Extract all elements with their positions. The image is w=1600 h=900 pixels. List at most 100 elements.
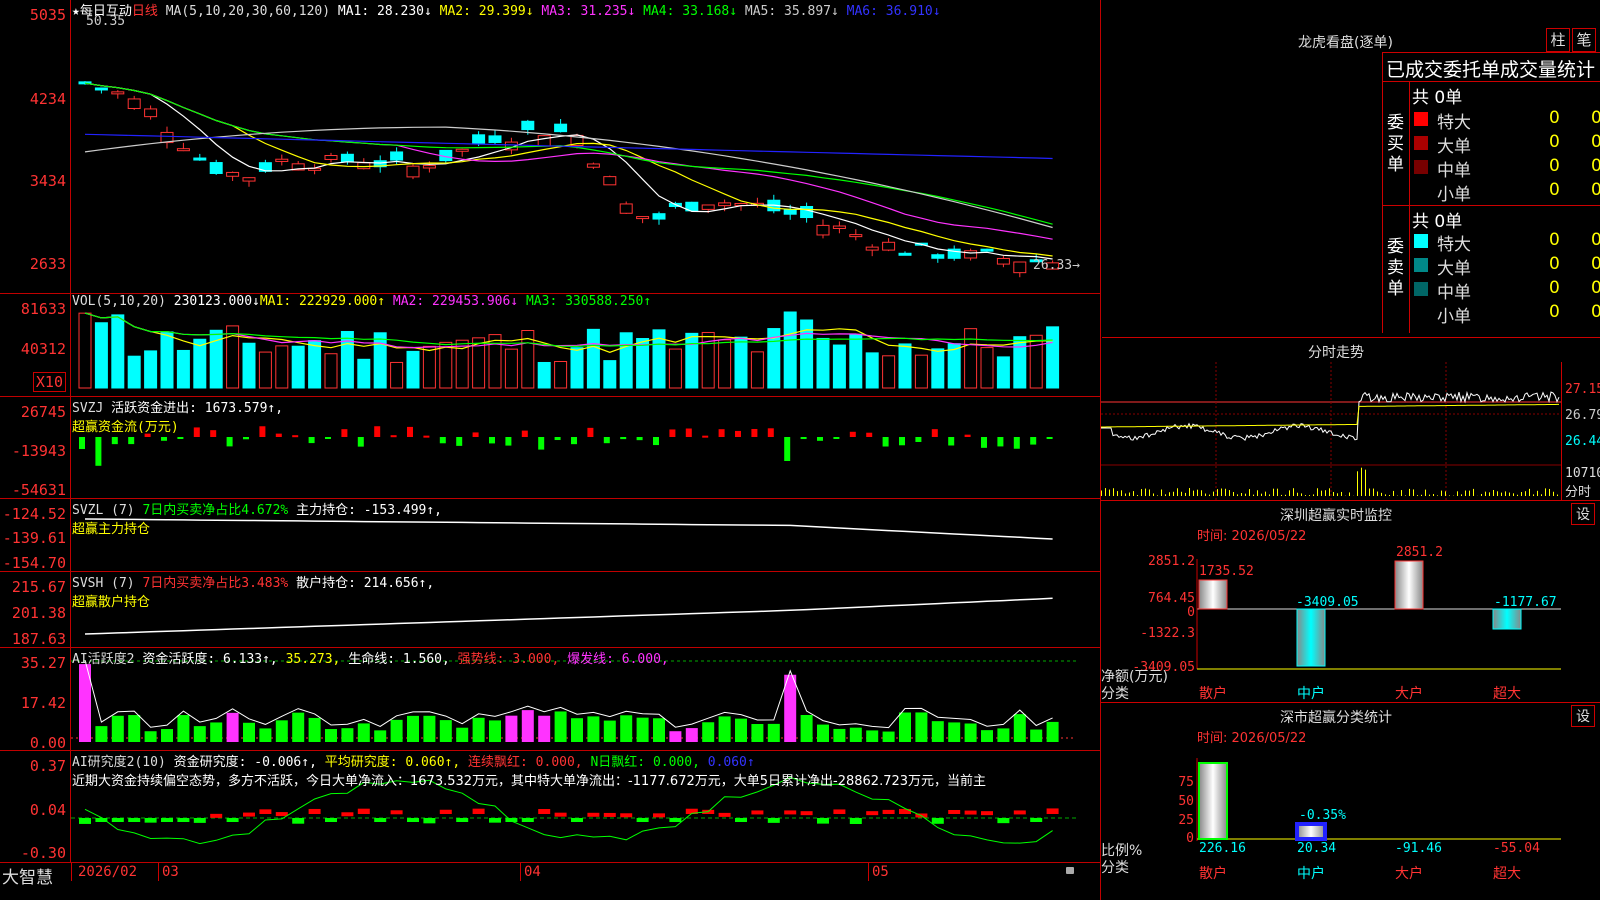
- svsh-pane[interactable]: 215.67 201.38 187.63 SVSH (7) 7日内买卖净占比3.…: [0, 572, 1100, 648]
- volume-bar: [685, 332, 699, 389]
- flow-bar: [161, 437, 167, 441]
- activity-bar: [1013, 714, 1026, 742]
- row-pct: 0%: [1591, 156, 1600, 176]
- ratio-bar: [1295, 822, 1327, 841]
- intraday-volume-bar: [1197, 489, 1198, 496]
- flow-bar: [702, 435, 709, 438]
- sell-row-small: 小单 0 0%: [1409, 301, 1600, 327]
- mid-pct-label: -0.35%: [1299, 808, 1346, 823]
- bar-view-button[interactable]: 柱: [1546, 28, 1570, 52]
- activity-bar: [833, 728, 846, 742]
- y-tick: 81633: [20, 300, 66, 318]
- value-large: -91.46: [1395, 841, 1442, 856]
- flow-bar: [636, 437, 643, 441]
- intraday-panel[interactable]: 分时走势 27.15 26.79 26.44 10710 分时: [1101, 338, 1600, 501]
- sz-monitor-panel[interactable]: 深圳超赢实时监控 设 时间: 2026/05/22 2851.2 764.45 …: [1101, 501, 1600, 703]
- flow-bar: [571, 437, 577, 445]
- ma2-label: MA2: 29.399↓: [439, 4, 534, 19]
- activity-bar: [341, 728, 354, 742]
- intraday-volume-bar: [1189, 488, 1190, 496]
- y-tick: -124.52: [2, 505, 66, 523]
- row-value: 0: [1549, 132, 1560, 152]
- research-bar: [489, 818, 501, 823]
- intraday-volume-bar: [1489, 492, 1490, 496]
- research-bar: [1046, 808, 1059, 814]
- intraday-volume-bar: [1133, 491, 1134, 496]
- volume-bar: [439, 341, 453, 389]
- intraday-volume-bar: [1297, 492, 1298, 496]
- volume-bar: [357, 358, 371, 389]
- intraday-volume-bar: [1405, 495, 1406, 496]
- candle-body: [980, 248, 994, 252]
- candle-body: [931, 254, 945, 259]
- vol-title: VOL(5,10,20): [72, 294, 166, 309]
- activity-bar: [210, 722, 223, 742]
- activity-bar: [374, 730, 387, 742]
- activity-bar: [685, 728, 698, 742]
- intraday-volume-bar: [1161, 489, 1162, 496]
- activity-bar: [489, 720, 501, 742]
- ai-strong-line: 强势线: 3.000,: [457, 652, 560, 667]
- research-bar: [735, 818, 747, 822]
- activity-bar: [407, 715, 419, 742]
- color-swatch: [1414, 258, 1428, 272]
- activity-bar: [849, 727, 862, 742]
- order-table-title: 已成交委托单成交量统计: [1386, 59, 1596, 81]
- ma1-label: MA1: 28.230↓: [337, 4, 432, 19]
- candle-body: [242, 177, 256, 182]
- y-tick: 26.79: [1565, 408, 1600, 423]
- period-label[interactable]: 日线: [132, 4, 158, 19]
- volume-bar: [734, 336, 748, 389]
- research-bar: [161, 818, 173, 822]
- volume-bar: [603, 360, 617, 389]
- flow-bar: [767, 428, 774, 437]
- sz-classify-panel[interactable]: 深市超赢分类统计 设 时间: 2026/05/22 75 50 25 0 -0.…: [1101, 703, 1600, 900]
- ma-title: MA(5,10,20,30,60,120): [165, 4, 331, 19]
- svzj-pane[interactable]: 26745 -13943 -54631 SVZJ 活跃资金进出: 1673.57…: [0, 397, 1100, 499]
- intraday-volume-bar: [1217, 489, 1218, 496]
- research-bar: [997, 818, 1010, 824]
- ai-active-pane[interactable]: 35.27 17.42 0.00 AI活跃度2 资金活跃度: 6.133↑, 3…: [0, 648, 1100, 752]
- star-icon[interactable]: ★: [72, 4, 80, 19]
- y-tick: 26.44: [1565, 434, 1600, 449]
- volume-bar: [176, 349, 190, 389]
- svzl-pane[interactable]: -124.52 -139.61 -154.70 SVZL (7) 7日内买卖净占…: [0, 499, 1100, 572]
- candle-body: [275, 158, 289, 162]
- volume-bar: [127, 355, 141, 389]
- activity-bar: [1046, 721, 1059, 742]
- intraday-volume-bar: [1385, 494, 1386, 496]
- flow-bar: [718, 429, 725, 437]
- tick-view-button[interactable]: 笔: [1572, 28, 1596, 52]
- research-bar: [423, 818, 436, 824]
- intraday-volume-bar: [1169, 492, 1170, 496]
- ai-research-label: 资金研究度: -0.006↑,: [173, 755, 317, 770]
- volume-bar: [111, 314, 125, 389]
- kline-header: ★每日互动日线 MA(5,10,20,30,60,120) MA1: 28.23…: [72, 0, 941, 19]
- volume-bar: [1013, 336, 1027, 389]
- candle-body: [898, 252, 912, 256]
- date-axis: 大智慧 2026/02 03 04 05: [0, 863, 1100, 900]
- kline-pane[interactable]: 5035 4234 3434 2633 ★每日互动日线 MA(5,10,20,3…: [0, 0, 1100, 294]
- cat-large: 大户: [1395, 686, 1423, 702]
- ai-research-header: AI研究度2(10) 资金研究度: -0.006↑, 平均研究度: 0.060↑…: [72, 751, 986, 789]
- intraday-volume-bar: [1449, 495, 1450, 496]
- ai-life-line: 生命线: 1.560,: [348, 652, 450, 667]
- row-pct: 0%: [1591, 254, 1600, 274]
- svzj-label: 活跃资金进出: 1673.579↑,: [111, 401, 284, 416]
- volume-bar: [193, 338, 207, 389]
- research-bar: [669, 818, 682, 822]
- volume-pane[interactable]: 81633 40312 X10 VOL(5,10,20) 230123.000↓…: [0, 294, 1100, 397]
- intraday-volume-bar: [1229, 490, 1230, 496]
- lock-icon[interactable]: [1066, 867, 1074, 874]
- ai-research-pane[interactable]: 0.37 0.04 -0.30 AI研究度2(10) 资金研究度: -0.006…: [0, 751, 1100, 863]
- flow-bar: [374, 426, 381, 437]
- intraday-volume-bar: [1549, 488, 1550, 496]
- avg-price-line: [1101, 403, 1559, 428]
- flow-bar: [111, 437, 118, 445]
- research-bar: [259, 809, 272, 814]
- flow-bar: [685, 428, 692, 437]
- activity-bar: [472, 717, 485, 742]
- intraday-volume-bar: [1177, 488, 1178, 496]
- research-bar: [390, 810, 403, 815]
- dragon-title: 龙虎看盘(逐单): [1298, 35, 1393, 51]
